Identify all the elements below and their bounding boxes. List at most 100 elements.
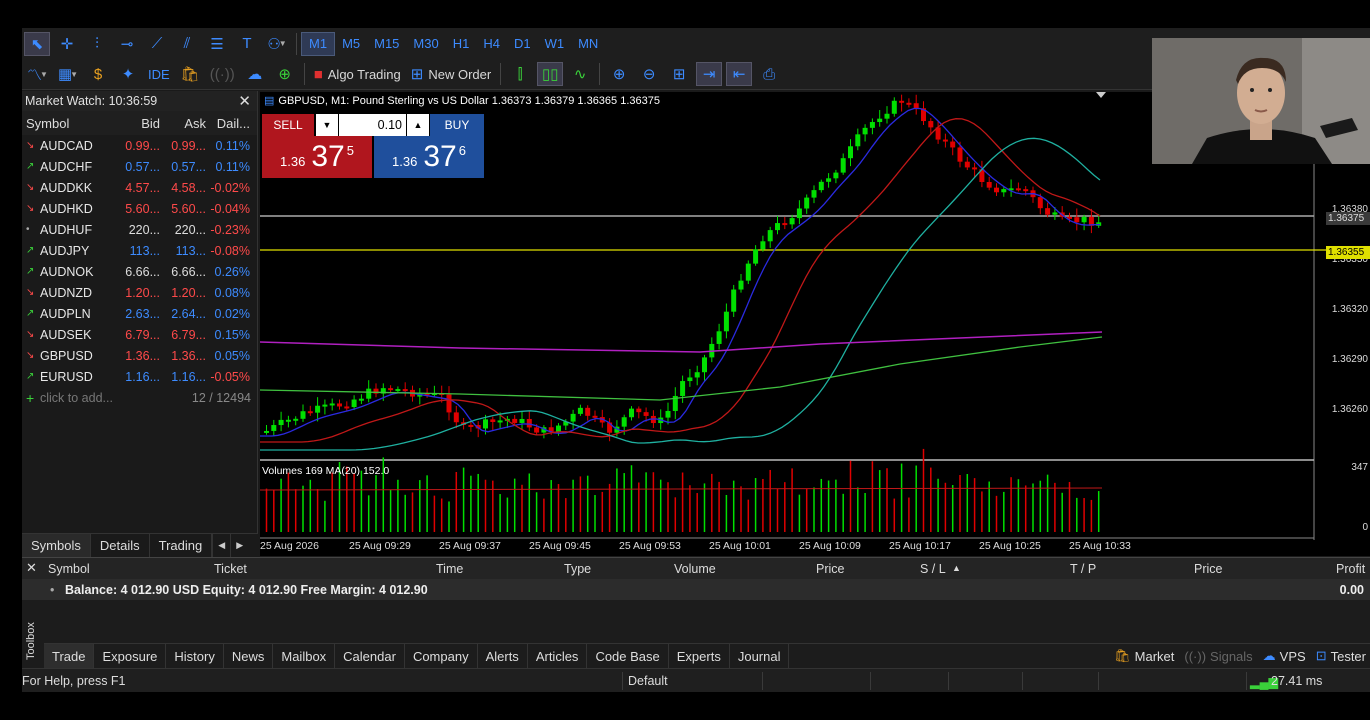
tab-vps[interactable]: ☁ VPS xyxy=(1263,644,1306,668)
indicators-icon[interactable]: 〽 ▼ xyxy=(24,62,51,86)
col-symbol[interactable]: Symbol xyxy=(48,562,90,576)
col-price-current[interactable]: Price xyxy=(1194,562,1222,576)
bar-chart-icon[interactable]: ⫿ xyxy=(507,62,533,86)
list-item[interactable]: ↗ AUDNOK 6.66... 6.66... 0.26% xyxy=(22,261,257,282)
col-price[interactable]: Price xyxy=(816,562,844,576)
col-volume[interactable]: Volume xyxy=(674,562,716,576)
candle-body xyxy=(767,230,773,242)
sell-price-button[interactable]: 1.36 37 5 xyxy=(262,136,372,178)
zoom-in-icon[interactable]: ⊕ xyxy=(606,62,632,86)
vertical-line-icon[interactable]: ⫶ xyxy=(84,32,110,56)
tab-details[interactable]: Details xyxy=(91,534,150,557)
screenshot-icon[interactable]: ⎙ xyxy=(756,62,782,86)
col-profit[interactable]: Profit xyxy=(1336,562,1365,576)
timeframe-m5[interactable]: M5 xyxy=(335,32,367,56)
chevron-down-icon[interactable]: ▼ xyxy=(316,114,338,136)
timeframe-m30[interactable]: M30 xyxy=(406,32,445,56)
col-daily[interactable]: Dail... xyxy=(206,116,252,131)
tile-windows-icon[interactable]: ⊞ xyxy=(666,62,692,86)
daily-cell: 0.11% xyxy=(215,159,250,174)
tab-tester[interactable]: ⊡ Tester xyxy=(1316,644,1366,668)
close-icon[interactable]: ✕ xyxy=(26,560,37,576)
auto-scroll-icon[interactable]: ⇥ xyxy=(696,62,723,86)
timeframe-m1[interactable]: M1 xyxy=(301,31,336,56)
chevron-up-icon[interactable]: ▲ xyxy=(407,114,429,136)
new-order-button[interactable]: ⊞ New Order xyxy=(408,62,494,86)
tab-trading[interactable]: Trading xyxy=(150,534,213,557)
status-profile[interactable]: Default xyxy=(628,674,668,688)
tab-signals[interactable]: ((·)) Signals xyxy=(1184,644,1252,668)
signals-icon[interactable]: ((·)) xyxy=(207,62,238,86)
candles-icon[interactable]: ▯▯ xyxy=(537,62,564,86)
timeframe-m15[interactable]: M15 xyxy=(367,32,406,56)
list-item[interactable]: ↘ AUDCAD 0.99... 0.99... 0.11% xyxy=(22,135,257,156)
tab-symbols[interactable]: Symbols xyxy=(22,534,91,557)
timeframe-w1[interactable]: W1 xyxy=(538,32,572,56)
col-bid[interactable]: Bid xyxy=(116,116,160,131)
timeframe-mn[interactable]: MN xyxy=(571,32,605,56)
tab-code-base[interactable]: Code Base xyxy=(587,644,669,668)
list-item[interactable]: ↗ AUDJPY 113... 113... -0.08% xyxy=(22,240,257,261)
zoom-out-icon[interactable]: ⊖ xyxy=(636,62,662,86)
col-time[interactable]: Time xyxy=(436,562,463,576)
chart-type-icon[interactable]: ▦ ▼ xyxy=(55,62,81,86)
list-item[interactable]: ↗ EURUSD 1.16... 1.16... -0.05% xyxy=(22,366,257,387)
list-item[interactable]: ↘ AUDSEK 6.79... 6.79... 0.15% xyxy=(22,324,257,345)
vps-cloud-icon[interactable]: ☁ xyxy=(242,62,268,86)
list-item[interactable]: • AUDHUF 220... 220... -0.23% xyxy=(22,219,257,240)
tab-mailbox[interactable]: Mailbox xyxy=(273,644,336,668)
col-ask[interactable]: Ask xyxy=(160,116,206,131)
market-bag-icon[interactable]: 🛍 xyxy=(177,62,203,86)
timeframe-h4[interactable]: H4 xyxy=(476,32,507,56)
dollar-icon[interactable]: $ xyxy=(85,62,111,86)
community-icon[interactable]: ⊕ xyxy=(272,62,298,86)
col-take-profit[interactable]: T / P xyxy=(1070,562,1096,576)
col-stop-loss[interactable]: S / L xyxy=(920,562,946,576)
tab-history[interactable]: History xyxy=(166,644,224,668)
tab-articles[interactable]: Articles xyxy=(528,644,588,668)
text-tool-icon[interactable]: T xyxy=(234,32,260,56)
channel-icon[interactable]: ⫽ xyxy=(174,32,200,56)
close-icon[interactable]: ✕ xyxy=(238,92,251,110)
volume-input[interactable]: 0.10 xyxy=(339,114,406,136)
tab-journal[interactable]: Journal xyxy=(730,644,790,668)
cursor-icon[interactable]: ⬉ xyxy=(24,31,50,56)
buy-price-button[interactable]: 1.36 37 6 xyxy=(374,136,484,178)
tab-trade[interactable]: Trade xyxy=(44,644,95,668)
list-item[interactable]: ↗ AUDCHF 0.57... 0.57... 0.11% xyxy=(22,156,257,177)
algo-trading-button[interactable]: ■ Algo Trading xyxy=(311,62,404,86)
col-ticket[interactable]: Ticket xyxy=(214,562,247,576)
list-item[interactable]: ↘ AUDHKD 5.60... 5.60... -0.04% xyxy=(22,198,257,219)
click-to-add-row[interactable]: + click to add... 12 / 12494 xyxy=(22,387,257,408)
list-item[interactable]: ↘ GBPUSD 1.36... 1.36... 0.05% xyxy=(22,345,257,366)
tab-exposure[interactable]: Exposure xyxy=(94,644,167,668)
timeframe-h1[interactable]: H1 xyxy=(446,32,477,56)
tab-market[interactable]: 🛍 Market xyxy=(1114,644,1174,668)
horizontal-line-icon[interactable]: ⊸ xyxy=(114,32,140,56)
list-item[interactable]: ↗ AUDPLN 2.63... 2.64... 0.02% xyxy=(22,303,257,324)
line-chart-icon[interactable]: ∿ xyxy=(567,62,593,86)
timeframe-d1[interactable]: D1 xyxy=(507,32,538,56)
crosshair-icon[interactable]: ✛ xyxy=(54,32,80,56)
chevron-right-icon[interactable]: ▶ xyxy=(230,534,248,557)
chart-shift-icon[interactable]: ⇤ xyxy=(726,62,753,86)
tab-company[interactable]: Company xyxy=(405,644,478,668)
tab-alerts[interactable]: Alerts xyxy=(478,644,528,668)
tab-calendar[interactable]: Calendar xyxy=(335,644,405,668)
list-item[interactable]: ↘ AUDDKK 4.57... 4.58... -0.02% xyxy=(22,177,257,198)
metaeditor-icon[interactable]: ✦ xyxy=(115,62,141,86)
tab-experts[interactable]: Experts xyxy=(669,644,730,668)
balance-row[interactable]: • Balance: 4 012.90 USD Equity: 4 012.90… xyxy=(22,579,1370,600)
chevron-left-icon[interactable]: ◀ xyxy=(212,534,230,557)
ide-button[interactable]: IDE xyxy=(145,62,173,86)
col-type[interactable]: Type xyxy=(564,562,591,576)
trendline-icon[interactable]: ⟋ xyxy=(144,32,170,56)
sell-button[interactable]: SELL xyxy=(262,114,314,136)
list-item[interactable]: ↘ AUDNZD 1.20... 1.20... 0.08% xyxy=(22,282,257,303)
col-symbol[interactable]: Symbol xyxy=(22,116,116,131)
buy-button[interactable]: BUY xyxy=(430,114,484,136)
toolbox-vertical-label[interactable]: Toolbox xyxy=(22,618,40,664)
tab-news[interactable]: News xyxy=(224,644,274,668)
shapes-icon[interactable]: ⚇ ▼ xyxy=(264,32,290,56)
fibonacci-icon[interactable]: ☰ xyxy=(204,32,230,56)
